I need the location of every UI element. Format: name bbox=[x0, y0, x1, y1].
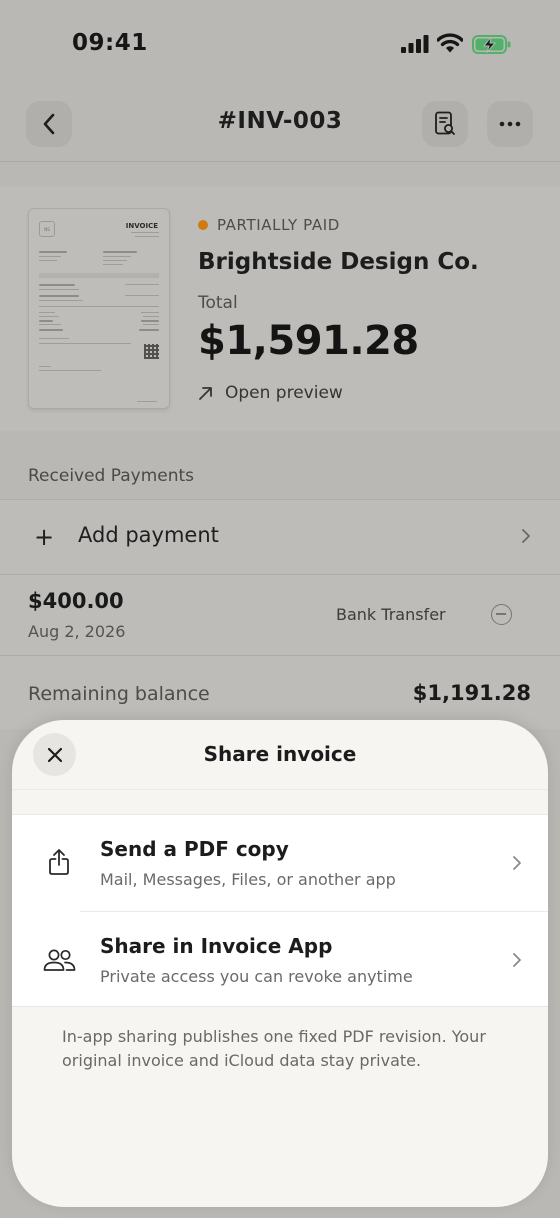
payment-amount: $400.00 bbox=[28, 589, 124, 613]
battery-charging-icon bbox=[472, 35, 511, 54]
payment-method: Bank Transfer bbox=[336, 605, 446, 624]
section-label-received-payments: Received Payments bbox=[28, 466, 195, 486]
total-label: Total bbox=[198, 293, 238, 313]
sheet-title: Share invoice bbox=[203, 742, 357, 766]
status-time: 09:41 bbox=[72, 30, 148, 56]
wifi-icon bbox=[437, 33, 463, 53]
chevron-right-icon bbox=[513, 953, 521, 967]
page-title: #INV-003 bbox=[217, 108, 343, 134]
open-preview-link[interactable]: Open preview bbox=[198, 383, 343, 403]
document-search-icon bbox=[435, 111, 455, 135]
remove-payment-button[interactable] bbox=[491, 604, 512, 625]
sharing-note: In-app sharing publishes one fixed PDF r… bbox=[62, 1027, 486, 1070]
nav-divider bbox=[0, 161, 560, 162]
preview-document-button[interactable] bbox=[422, 101, 468, 147]
status-label: PARTIALLY PAID bbox=[217, 216, 340, 234]
status-dot-icon bbox=[198, 220, 208, 230]
more-options-button[interactable] bbox=[487, 101, 533, 147]
share-options: Send a PDF copy Mail, Messages, Files, o… bbox=[12, 814, 548, 1007]
back-button[interactable] bbox=[26, 101, 72, 147]
divider bbox=[12, 789, 548, 790]
option-title: Share in Invoice App bbox=[100, 934, 333, 958]
open-preview-label: Open preview bbox=[225, 383, 343, 403]
option-subtitle: Private access you can revoke anytime bbox=[100, 967, 413, 986]
invoice-thumbnail-heading: INVOICE bbox=[125, 222, 158, 230]
qr-code-icon bbox=[144, 344, 159, 359]
chevron-left-icon bbox=[43, 113, 55, 135]
payment-date: Aug 2, 2026 bbox=[28, 622, 126, 641]
cellular-signal-icon bbox=[401, 35, 429, 53]
share-icon bbox=[49, 849, 69, 875]
status-bar: 09:41 bbox=[0, 0, 560, 88]
chevron-right-icon bbox=[513, 856, 521, 870]
share-in-app-option[interactable]: Share in Invoice App Private access you … bbox=[12, 912, 548, 1008]
invoice-summary-card: NS INVOICE PARTIALLY PAID Brightside Des… bbox=[0, 187, 560, 431]
remaining-balance-label: Remaining balance bbox=[28, 683, 210, 705]
total-amount: $1,591.28 bbox=[198, 318, 419, 364]
add-payment-label: Add payment bbox=[78, 523, 219, 547]
chevron-right-icon bbox=[522, 529, 530, 543]
send-pdf-copy-option[interactable]: Send a PDF copy Mail, Messages, Files, o… bbox=[12, 815, 548, 912]
invoice-logo: NS bbox=[39, 221, 55, 237]
arrow-up-right-icon bbox=[199, 386, 212, 400]
invoice-status: PARTIALLY PAID bbox=[198, 216, 340, 234]
option-subtitle: Mail, Messages, Files, or another app bbox=[100, 870, 396, 889]
ellipsis-icon bbox=[499, 121, 521, 127]
client-name: Brightside Design Co. bbox=[198, 249, 479, 275]
plus-icon: + bbox=[34, 523, 55, 551]
payment-row[interactable] bbox=[0, 575, 560, 655]
divider bbox=[0, 655, 560, 656]
people-icon bbox=[43, 949, 76, 971]
remaining-balance-amount: $1,191.28 bbox=[412, 681, 531, 705]
invoice-thumbnail[interactable]: NS INVOICE bbox=[28, 208, 170, 409]
share-sheet: Share invoice Send a PDF copy Mail, Mess… bbox=[12, 720, 548, 1207]
option-title: Send a PDF copy bbox=[100, 837, 289, 861]
